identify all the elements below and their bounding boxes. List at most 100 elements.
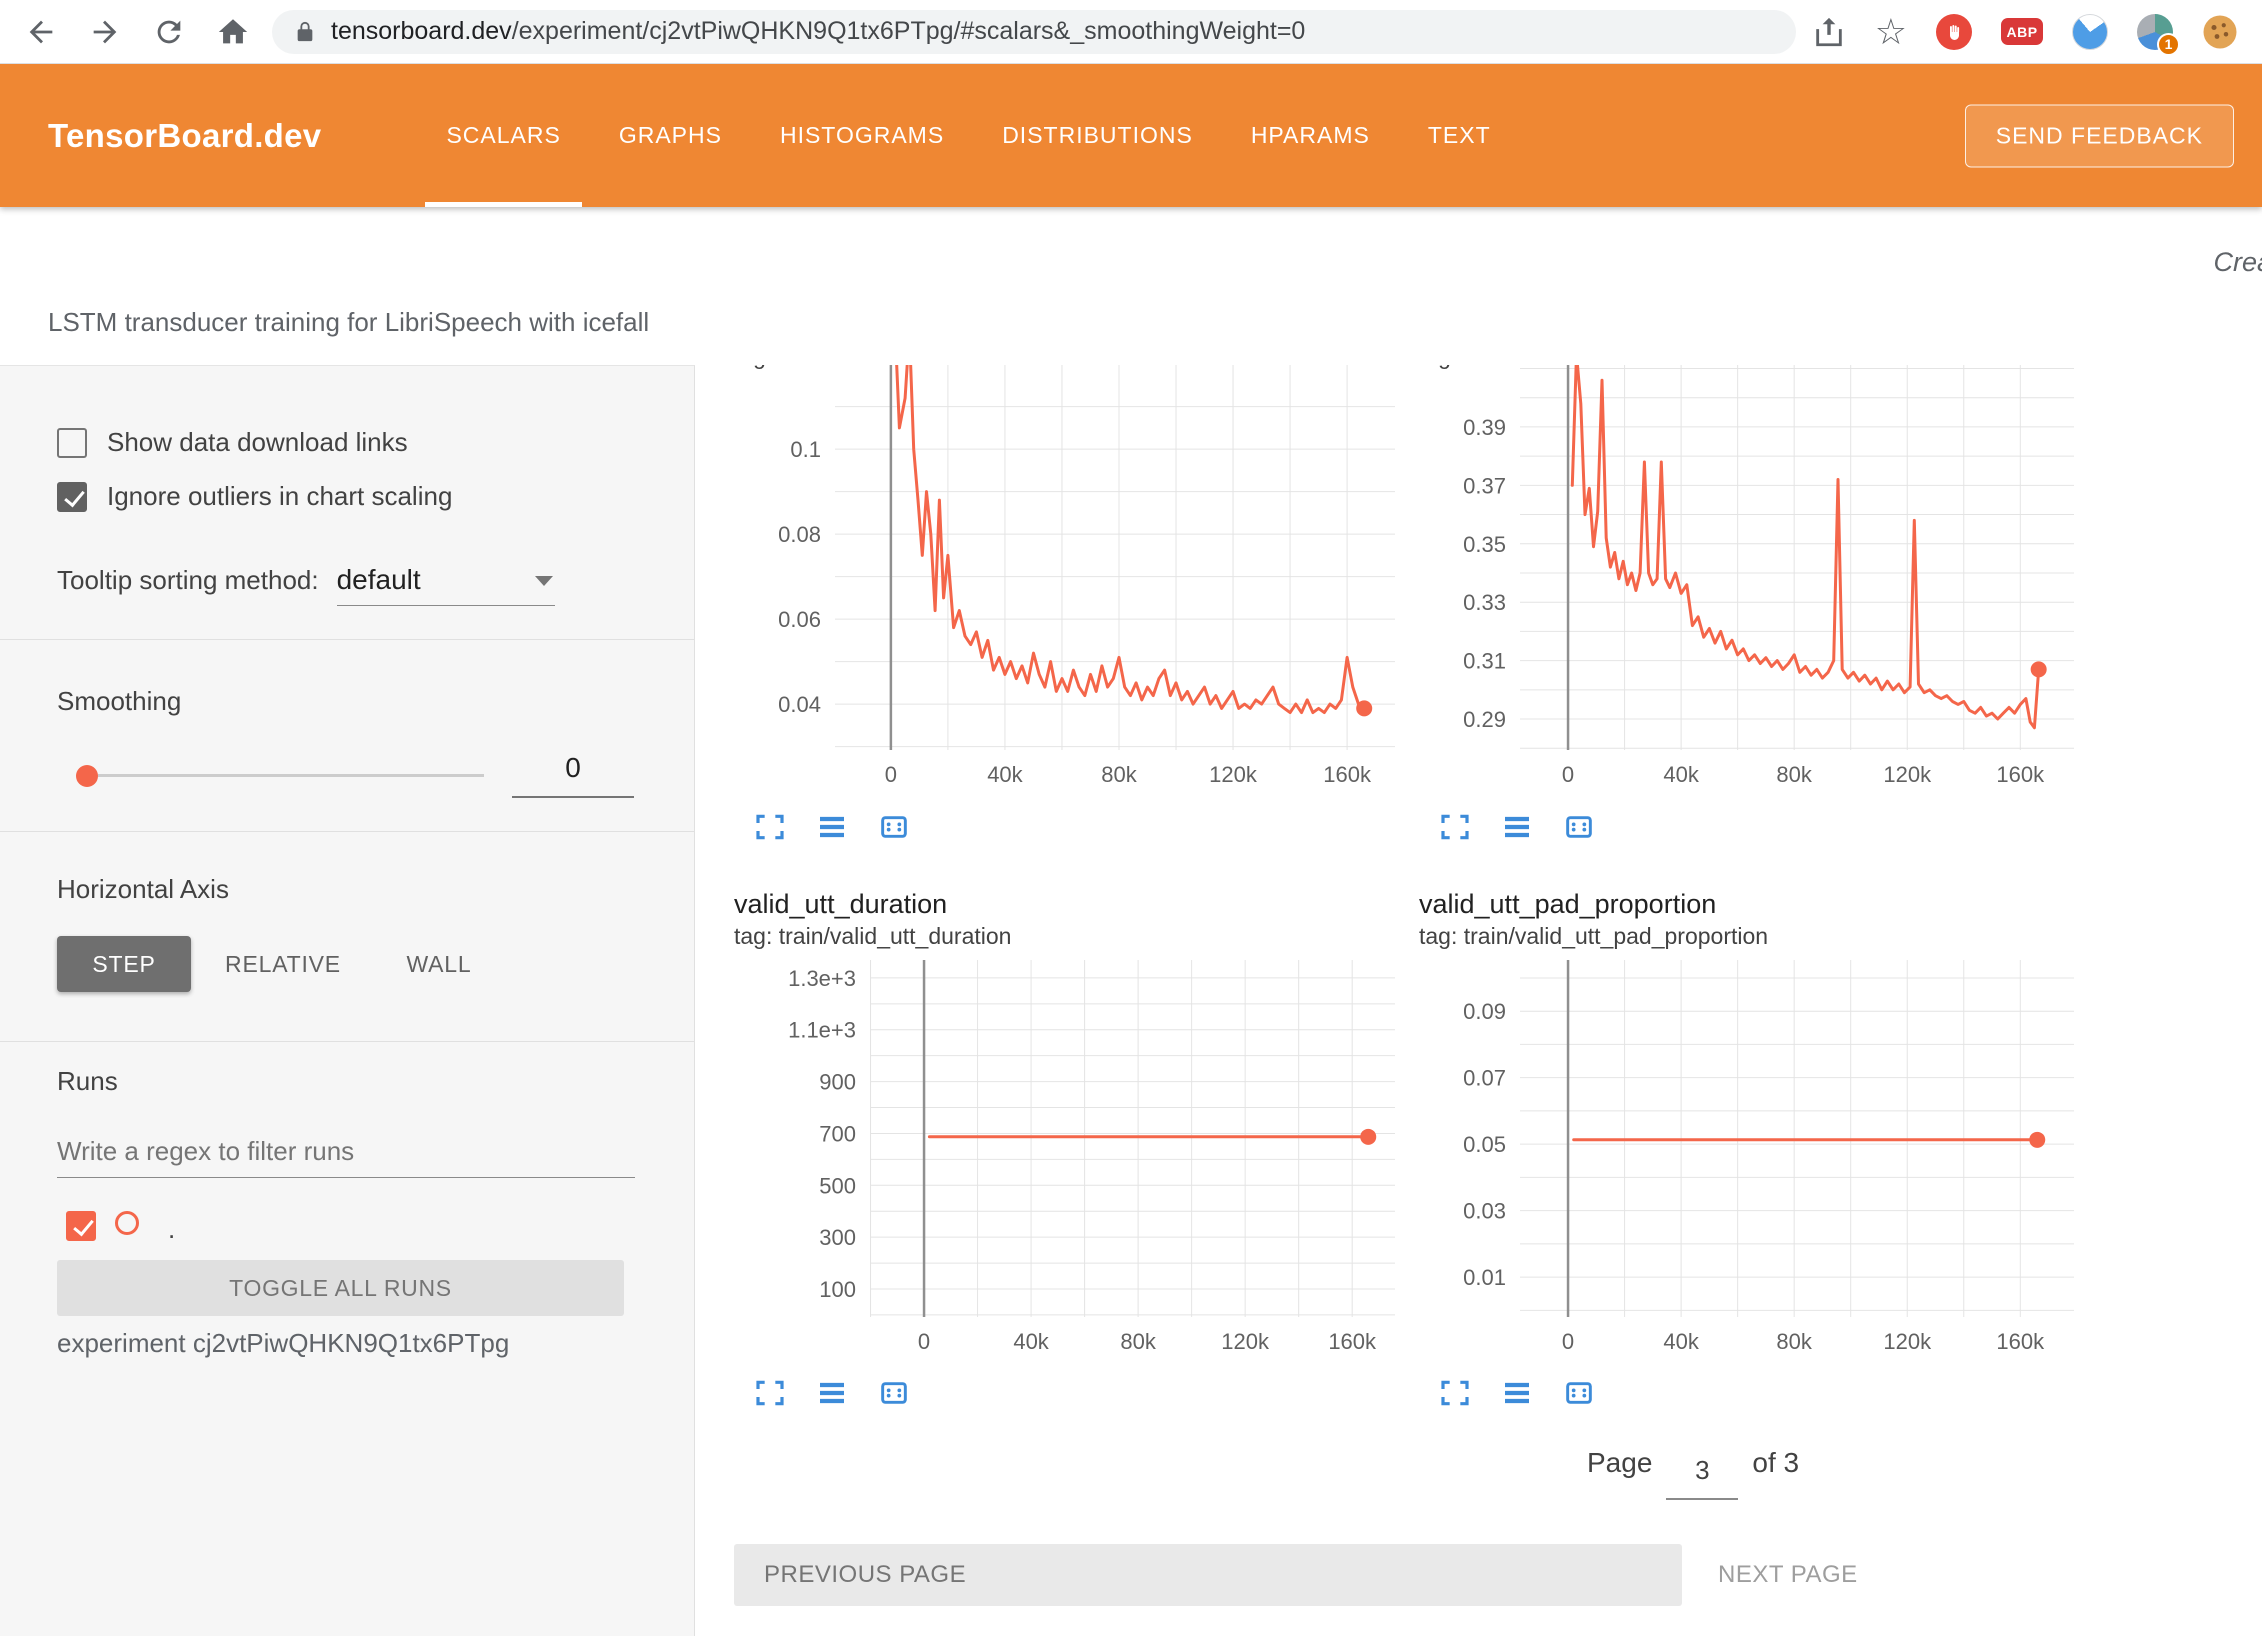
svg-text:0: 0 xyxy=(1562,1329,1574,1354)
main-nav: SCALARS GRAPHS HISTOGRAMS DISTRIBUTIONS … xyxy=(417,64,1519,207)
svg-text:0.29: 0.29 xyxy=(1463,707,1506,732)
ignore-outliers-checkbox[interactable] xyxy=(57,482,87,512)
expand-chart-icon[interactable] xyxy=(754,1377,786,1409)
divider xyxy=(0,639,694,640)
previous-page-button[interactable]: PREVIOUS PAGE xyxy=(734,1544,1682,1606)
runs-label: Runs xyxy=(57,1066,118,1097)
toggle-y-axis-icon[interactable] xyxy=(1501,811,1533,843)
svg-text:0.33: 0.33 xyxy=(1463,590,1506,615)
tooltip-sorting-value: default xyxy=(337,564,421,595)
cookie-extension-icon[interactable] xyxy=(2202,14,2238,50)
url-path: /experiment/cj2vtPiwQHKN9Q1tx6PTpg/#scal… xyxy=(512,17,1306,45)
svg-text:100: 100 xyxy=(819,1277,856,1302)
pie-extension-icon[interactable] xyxy=(2072,14,2108,50)
svg-text:80k: 80k xyxy=(1101,762,1137,787)
chart-card: valid_utt_duration tag: train/valid_utt_… xyxy=(734,887,1394,1409)
toggle-y-axis-icon[interactable] xyxy=(1501,1377,1533,1409)
smoothing-value-input[interactable]: 0 xyxy=(512,752,634,798)
axis-relative-button[interactable]: RELATIVE xyxy=(205,936,361,992)
expand-chart-icon[interactable] xyxy=(754,811,786,843)
axis-wall-button[interactable]: WALL xyxy=(389,936,489,992)
axis-step-button[interactable]: STEP xyxy=(57,936,191,992)
horizontal-axis-label: Horizontal Axis xyxy=(57,874,229,905)
show-download-links-row: Show data download links xyxy=(57,427,408,458)
chart-tag: tag: train/valid_utt_pad_proportion xyxy=(1419,921,2079,951)
adblock-extension-icon[interactable] xyxy=(1936,14,1972,50)
svg-text:0.37: 0.37 xyxy=(1463,473,1506,498)
tab-text[interactable]: TEXT xyxy=(1399,64,1520,207)
fit-domain-icon[interactable] xyxy=(1563,811,1595,843)
svg-text:40k: 40k xyxy=(1663,762,1699,787)
fit-domain-icon[interactable] xyxy=(878,1377,910,1409)
svg-text:0.39: 0.39 xyxy=(1463,415,1506,440)
address-bar[interactable]: tensorboard.dev/experiment/cj2vtPiwQHKN9… xyxy=(272,10,1796,54)
ignore-outliers-label: Ignore outliers in chart scaling xyxy=(107,481,452,512)
show-download-links-checkbox[interactable] xyxy=(57,428,87,458)
tensorboard-logo[interactable]: TensorBoard.dev xyxy=(48,117,321,155)
tab-graphs[interactable]: GRAPHS xyxy=(590,64,751,207)
home-icon[interactable] xyxy=(216,15,250,49)
experiment-subheader: Crea LSTM transducer training for LibriS… xyxy=(0,207,2262,365)
app-header: TensorBoard.dev SCALARS GRAPHS HISTOGRAM… xyxy=(0,64,2262,207)
send-feedback-button[interactable]: SEND FEEDBACK xyxy=(1965,104,2234,167)
svg-text:160k: 160k xyxy=(1323,762,1372,787)
forward-icon[interactable] xyxy=(88,15,122,49)
expand-chart-icon[interactable] xyxy=(1439,1377,1471,1409)
back-icon[interactable] xyxy=(24,15,58,49)
scalar-chart-svg[interactable]: 0.010.030.050.070.09040k80k120k160k xyxy=(1441,951,2081,1361)
settings-sidebar: Show data download links Ignore outliers… xyxy=(0,365,695,1636)
svg-text:500: 500 xyxy=(819,1173,856,1198)
chart-toolbar xyxy=(734,811,1394,843)
share-icon[interactable] xyxy=(1812,15,1846,49)
tooltip-sorting-dropdown[interactable]: default xyxy=(337,564,555,606)
svg-text:160k: 160k xyxy=(1328,1329,1377,1354)
reload-icon[interactable] xyxy=(152,15,186,49)
toggle-all-runs-button[interactable]: TOGGLE ALL RUNS xyxy=(57,1260,624,1316)
svg-text:0: 0 xyxy=(1562,762,1574,787)
tab-hparams[interactable]: HPARAMS xyxy=(1222,64,1399,207)
svg-text:900: 900 xyxy=(819,1070,856,1095)
pagination: Page 3 of 3 xyxy=(1587,1447,1799,1500)
url-text: tensorboard.dev/experiment/cj2vtPiwQHKN9… xyxy=(331,17,1305,46)
fit-domain-icon[interactable] xyxy=(1563,1377,1595,1409)
svg-text:120k: 120k xyxy=(1883,762,1932,787)
divider xyxy=(0,831,694,832)
runs-filter-input[interactable]: Write a regex to filter runs xyxy=(57,1124,635,1178)
scalar-chart-svg[interactable]: 1003005007009001.1e+31.3e+3040k80k120k16… xyxy=(761,951,1401,1361)
chart-title: valid_utt_duration xyxy=(734,887,1394,921)
abp-extension-icon[interactable]: ABP xyxy=(2001,18,2043,45)
toggle-y-axis-icon[interactable] xyxy=(816,1377,848,1409)
svg-text:0.05: 0.05 xyxy=(1463,1132,1506,1157)
expand-chart-icon[interactable] xyxy=(1439,811,1471,843)
svg-text:160k: 160k xyxy=(1996,762,2045,787)
show-download-links-label: Show data download links xyxy=(107,427,408,458)
svg-text:0.09: 0.09 xyxy=(1463,999,1506,1024)
next-page-button[interactable]: NEXT PAGE xyxy=(1718,1544,1858,1606)
tab-distributions[interactable]: DISTRIBUTIONS xyxy=(973,64,1222,207)
svg-text:700: 700 xyxy=(819,1121,856,1146)
chart-title: valid_utt_pad_proportion xyxy=(1419,887,2079,921)
svg-text:0.06: 0.06 xyxy=(778,607,821,632)
scalar-chart-svg[interactable]: 0.290.310.330.350.370.39040k80k120k160k xyxy=(1441,365,2081,795)
experiment-description: LSTM transducer training for LibriSpeech… xyxy=(48,307,649,338)
scalar-chart-svg[interactable]: 0.040.060.080.1040k80k120k160k xyxy=(761,365,1401,795)
bookmark-star-icon[interactable]: ☆ xyxy=(1875,14,1907,50)
profile-extension-icon[interactable]: 1 xyxy=(2137,14,2173,50)
chart-tag: tag: train/valid_utt_duration xyxy=(734,921,1394,951)
tab-scalars[interactable]: SCALARS xyxy=(417,64,589,207)
charts-main-area: tag: train/… 0.040.060.080.1040k80k120k1… xyxy=(696,365,2262,1636)
smoothing-slider-track[interactable] xyxy=(98,774,484,777)
page-number-input[interactable]: 3 xyxy=(1666,1455,1738,1500)
extension-badge: 1 xyxy=(2157,33,2180,56)
svg-text:40k: 40k xyxy=(987,762,1023,787)
smoothing-slider-handle[interactable] xyxy=(76,765,98,787)
created-text-partial: Crea xyxy=(2213,247,2262,278)
fit-domain-icon[interactable] xyxy=(878,811,910,843)
toggle-y-axis-icon[interactable] xyxy=(816,811,848,843)
page-of-label: of 3 xyxy=(1752,1447,1799,1479)
run-checkbox[interactable] xyxy=(66,1211,96,1241)
divider xyxy=(0,1041,694,1042)
tab-histograms[interactable]: HISTOGRAMS xyxy=(751,64,973,207)
experiment-id-label: experiment cj2vtPiwQHKN9Q1tx6PTpg xyxy=(57,1328,509,1359)
svg-text:0.08: 0.08 xyxy=(778,522,821,547)
